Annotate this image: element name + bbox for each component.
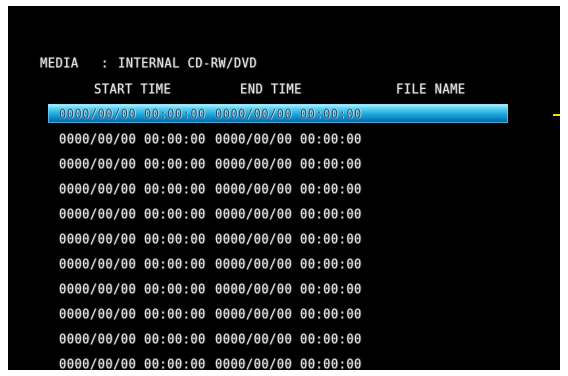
end-time-cell: 0000/00/00 00:00:00 bbox=[215, 181, 362, 197]
start-time-cell: 0000/00/00 00:00:00 bbox=[59, 306, 206, 322]
end-time-cell: 0000/00/00 00:00:00 bbox=[215, 106, 362, 122]
start-time-cell: 0000/00/00 00:00:00 bbox=[59, 106, 206, 122]
list-item[interactable]: 0000/00/00 00:00:00 0000/00/00 00:00:00 bbox=[48, 154, 508, 173]
start-time-cell: 0000/00/00 00:00:00 bbox=[59, 231, 206, 247]
end-time-cell: 0000/00/00 00:00:00 bbox=[215, 306, 362, 322]
list-item[interactable]: 0000/00/00 00:00:00 0000/00/00 00:00:00 bbox=[48, 129, 508, 148]
start-time-cell: 0000/00/00 00:00:00 bbox=[59, 156, 206, 172]
list-item-selected[interactable]: 0000/00/00 00:00:00 0000/00/00 00:00:00 bbox=[48, 104, 560, 123]
end-time-cell: 0000/00/00 00:00:00 bbox=[215, 331, 362, 347]
list-item[interactable]: 0000/00/00 00:00:00 0000/00/00 00:00:00 bbox=[48, 304, 508, 323]
column-header-start-time: START TIME bbox=[94, 81, 172, 97]
list-item[interactable]: 0000/00/00 00:00:00 0000/00/00 00:00:00 bbox=[48, 254, 508, 273]
start-time-cell: 0000/00/00 00:00:00 bbox=[59, 181, 206, 197]
start-time-cell: 0000/00/00 00:00:00 bbox=[59, 331, 206, 347]
start-time-cell: 0000/00/00 00:00:00 bbox=[59, 206, 206, 222]
column-header-end-time: END TIME bbox=[240, 81, 302, 97]
end-time-cell: 0000/00/00 00:00:00 bbox=[215, 356, 362, 370]
list-item[interactable]: 0000/00/00 00:00:00 0000/00/00 00:00:00 bbox=[48, 279, 508, 298]
start-time-cell: 0000/00/00 00:00:00 bbox=[59, 256, 206, 272]
end-time-cell: 0000/00/00 00:00:00 bbox=[215, 231, 362, 247]
end-time-cell: 0000/00/00 00:00:00 bbox=[215, 206, 362, 222]
start-time-cell: 0000/00/00 00:00:00 bbox=[59, 281, 206, 297]
end-time-cell: 0000/00/00 00:00:00 bbox=[215, 131, 362, 147]
end-time-cell: 0000/00/00 00:00:00 bbox=[215, 256, 362, 272]
column-header-file-name: FILE NAME bbox=[396, 81, 466, 97]
media-value[interactable]: INTERNAL CD-RW/DVD bbox=[118, 55, 257, 71]
list-item[interactable]: 0000/00/00 00:00:00 0000/00/00 00:00:00 bbox=[48, 329, 508, 348]
list-item[interactable]: 0000/00/00 00:00:00 0000/00/00 00:00:00 bbox=[48, 204, 508, 223]
list-item[interactable]: 0000/00/00 00:00:00 0000/00/00 00:00:00 bbox=[48, 179, 508, 198]
selection-marker bbox=[553, 114, 560, 116]
list-item[interactable]: 0000/00/00 00:00:00 0000/00/00 00:00:00 bbox=[48, 229, 508, 248]
start-time-cell: 0000/00/00 00:00:00 bbox=[59, 131, 206, 147]
media-separator: : bbox=[101, 55, 109, 71]
end-time-cell: 0000/00/00 00:00:00 bbox=[215, 281, 362, 297]
dvr-backup-screen: MEDIA : INTERNAL CD-RW/DVD START TIME EN… bbox=[8, 6, 560, 370]
start-time-cell: 0000/00/00 00:00:00 bbox=[59, 356, 206, 370]
end-time-cell: 0000/00/00 00:00:00 bbox=[215, 156, 362, 172]
media-label: MEDIA bbox=[40, 55, 79, 71]
list-item[interactable]: 0000/00/00 00:00:00 0000/00/00 00:00:00 bbox=[48, 354, 508, 370]
